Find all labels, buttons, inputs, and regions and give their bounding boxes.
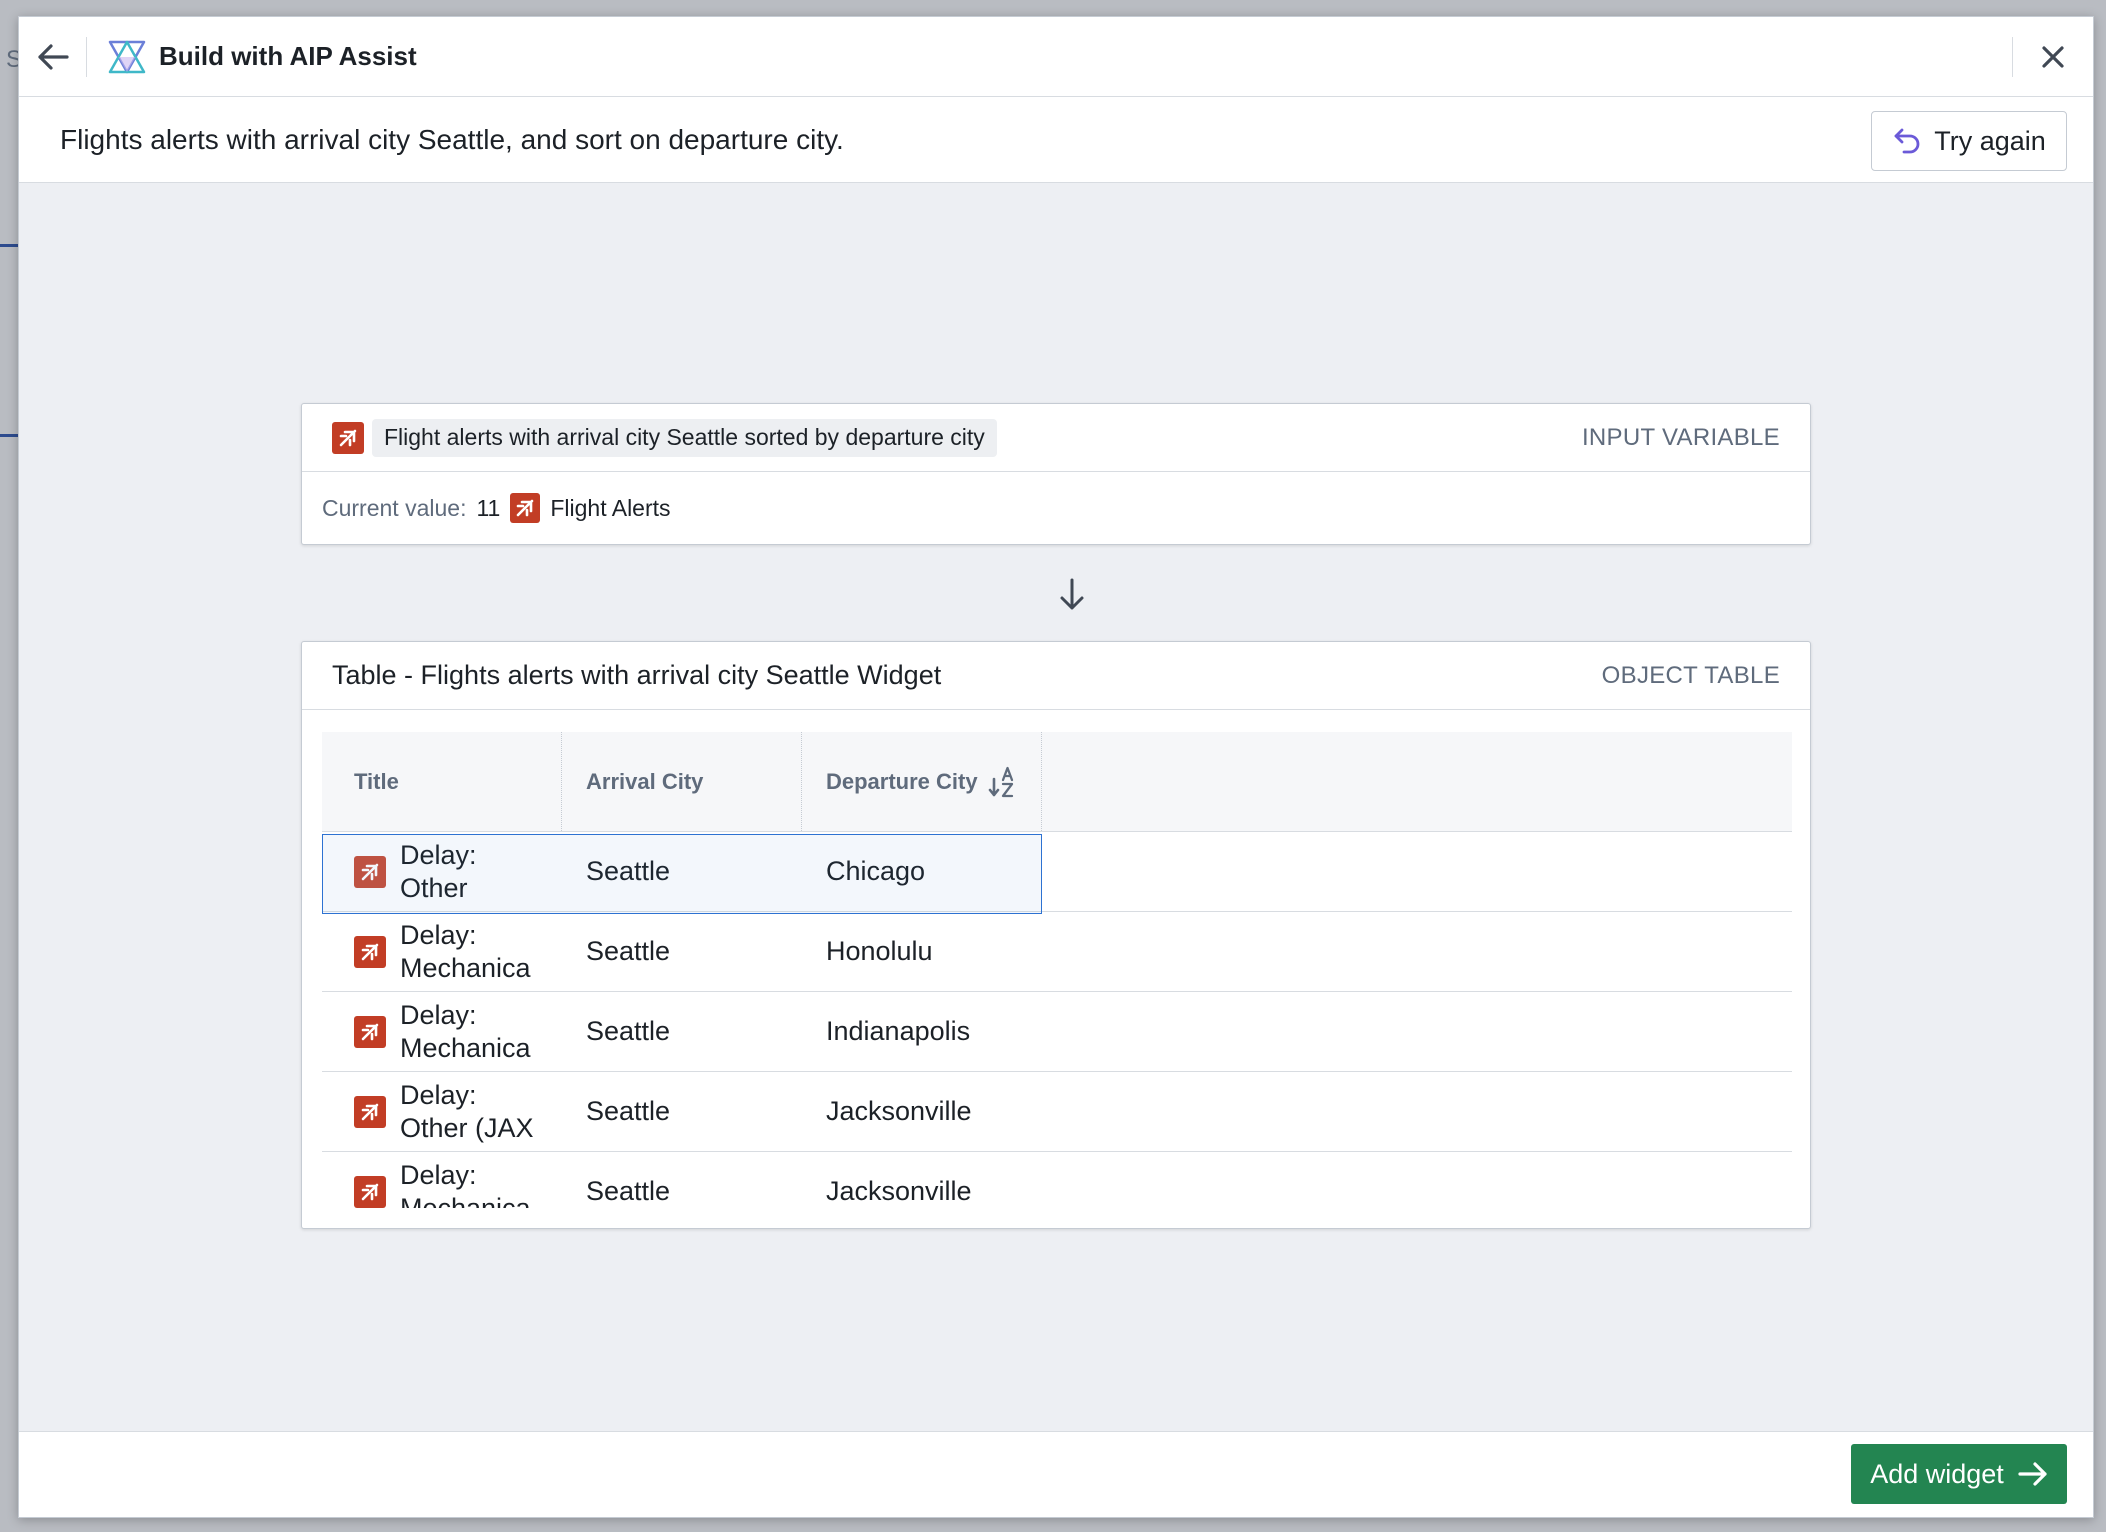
input-variable-chip[interactable]: Flight alerts with arrival city Seattle … [372,418,997,457]
title-cell: Delay: Other (JAX [322,1079,562,1145]
title-cell: Delay: Mechanica [322,1159,562,1209]
title-text: Delay: Mechanica [400,999,531,1063]
arrival-city-cell: Seattle [586,856,671,886]
column-header-arrival-city[interactable]: Arrival City [562,732,802,831]
object-table-title: Table - Flights alerts with arrival city… [332,660,942,690]
dialog-title: Build with AIP Assist [159,41,417,71]
flight-alert-icon [354,935,386,968]
departure-city-cell: Honolulu [826,936,933,966]
title-cell: Delay: Other [322,839,562,905]
sort-ascending-icon [988,766,1013,797]
add-widget-button[interactable]: Add widget [1851,1444,2067,1504]
title-text: Delay: Mechanica [400,919,531,983]
arrival-city-cell: Seattle [586,1096,671,1126]
table-row[interactable]: Delay: Mechanica Seattle Indianapolis [322,992,1792,1072]
column-header-departure-city-label: Departure City [826,768,978,794]
arrow-left-icon [37,43,69,70]
prompt-bar: Flights alerts with arrival city Seattle… [19,97,2093,183]
title-cell: Delay: Mechanica [322,999,562,1065]
departure-city-cell: Jacksonville [826,1176,972,1206]
title-cell: Delay: Mechanica [322,919,562,985]
dialog-header: Build with AIP Assist [19,17,2093,97]
column-header-title[interactable]: Title [322,732,562,831]
arrival-city-cell: Seattle [586,936,671,966]
undo-icon [1894,128,1920,154]
departure-city-cell: Chicago [826,856,926,886]
arrow-down-icon [1060,578,1084,610]
dialog-footer: Add widget [19,1431,2093,1517]
flight-alert-icon [354,1015,386,1048]
arrow-right-icon [2018,1462,2047,1486]
column-header-spacer [1042,732,1792,831]
input-variable-tag: INPUT VARIABLE [1581,423,1780,451]
flight-alert-icon [354,1095,386,1128]
add-widget-label: Add widget [1870,1458,2004,1489]
title-text: Delay: Other (JAX [400,1079,534,1143]
back-button[interactable] [19,36,87,77]
flight-alert-icon [354,855,386,888]
flight-alert-icon [354,1175,386,1208]
title-text: Delay: Other [400,839,477,903]
background-accent-line [0,244,18,247]
arrival-city-cell: Seattle [586,1016,671,1046]
object-table-header: Table - Flights alerts with arrival city… [302,642,1810,710]
departure-city-cell: Jacksonville [826,1096,972,1126]
aip-assist-dialog: Build with AIP Assist Flights alerts wit… [18,16,2094,1518]
title-text: Delay: Mechanica [400,1159,531,1209]
current-value-label: Current value: [322,494,467,521]
aip-assist-logo-icon [108,40,146,73]
current-value-row: Current value: 11 Flight Alerts [302,472,1810,544]
object-table-tag: OBJECT TABLE [1601,661,1780,689]
table-header-row: Title Arrival City Departure City [322,732,1792,832]
current-value-object-type: Flight Alerts [550,494,671,521]
flight-alert-icon [332,421,364,454]
object-table-card: Table - Flights alerts with arrival city… [301,641,1811,1229]
try-again-label: Try again [1934,125,2046,156]
table-row[interactable]: Delay: Other Seattle Chicago [322,832,1792,914]
column-header-departure-city[interactable]: Departure City [802,732,1042,831]
current-value-count: 11 [476,494,501,521]
header-divider [2012,37,2013,77]
prompt-text: Flights alerts with arrival city Seattle… [60,123,844,155]
arrival-city-cell: Seattle [586,1176,671,1206]
try-again-button[interactable]: Try again [1871,111,2067,171]
close-icon [2042,46,2064,68]
departure-city-cell: Indianapolis [826,1016,971,1046]
table-row[interactable]: Delay: Other (JAX Seattle Jacksonville [322,1072,1792,1152]
object-table: Title Arrival City Departure City Delay:… [322,732,1792,1208]
background-accent-line [0,434,18,437]
input-variable-header: Flight alerts with arrival city Seattle … [302,404,1810,472]
table-row[interactable]: Delay: Mechanica Seattle Honolulu [322,912,1792,992]
input-variable-card: Flight alerts with arrival city Seattle … [301,403,1811,545]
close-button[interactable] [2031,35,2075,79]
flight-alert-icon [510,493,541,523]
table-row[interactable]: Delay: Mechanica Seattle Jacksonville [322,1152,1792,1208]
